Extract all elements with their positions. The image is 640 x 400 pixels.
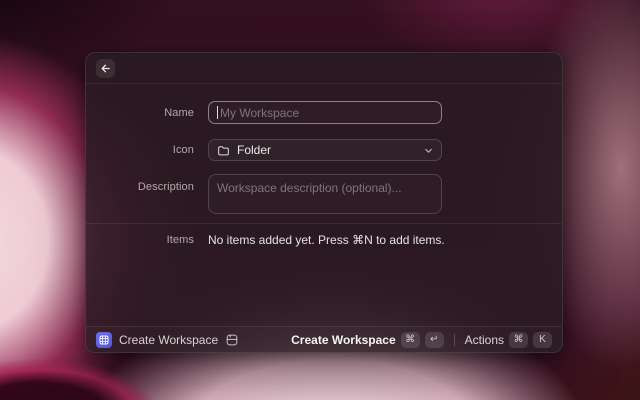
actions-label: Actions bbox=[464, 332, 504, 347]
save-disk-icon bbox=[225, 333, 239, 347]
create-workspace-window: Name Icon Folder bbox=[85, 52, 563, 353]
window-header bbox=[86, 53, 562, 84]
items-section-divider bbox=[86, 223, 562, 224]
name-input-wrap bbox=[208, 101, 442, 124]
workspace-grid-icon bbox=[96, 331, 112, 348]
icon-field-row: Icon Folder bbox=[86, 139, 442, 161]
desktop-background: Name Icon Folder bbox=[0, 0, 640, 400]
actions-menu-button[interactable]: Actions ⌘ K bbox=[464, 331, 552, 348]
text-caret bbox=[217, 106, 218, 119]
back-button[interactable] bbox=[96, 59, 115, 78]
chevron-down-icon bbox=[424, 146, 433, 155]
cmd-key-badge: ⌘ bbox=[400, 331, 420, 348]
k-key-badge: K bbox=[533, 331, 552, 348]
items-empty-text: No items added yet. Press ⌘N to add item… bbox=[208, 233, 445, 247]
enter-key-badge: ↵ bbox=[424, 331, 444, 348]
arrow-left-icon bbox=[100, 63, 111, 74]
icon-dropdown[interactable]: Folder bbox=[208, 139, 442, 161]
submit-label: Create Workspace bbox=[291, 332, 396, 347]
items-label: Items bbox=[166, 234, 194, 246]
name-field-row: Name bbox=[86, 101, 442, 124]
folder-icon bbox=[217, 144, 230, 157]
status-bar: Create Workspace Create Workspace ⌘ ↵ Ac… bbox=[86, 326, 562, 352]
command-title: Create Workspace bbox=[119, 332, 219, 347]
description-field-row: Description bbox=[86, 174, 442, 214]
name-input[interactable] bbox=[208, 101, 442, 124]
icon-dropdown-value: Folder bbox=[237, 143, 272, 157]
description-label: Description bbox=[137, 181, 194, 193]
icon-label: Icon bbox=[172, 144, 194, 156]
create-workspace-submit-button[interactable]: Create Workspace ⌘ ↵ bbox=[291, 331, 444, 348]
name-label: Name bbox=[164, 106, 194, 119]
items-row: Items No items added yet. Press ⌘N to ad… bbox=[86, 232, 445, 248]
cmd-key-badge: ⌘ bbox=[509, 331, 528, 348]
status-bar-divider bbox=[453, 333, 455, 346]
description-textarea[interactable] bbox=[208, 174, 442, 214]
